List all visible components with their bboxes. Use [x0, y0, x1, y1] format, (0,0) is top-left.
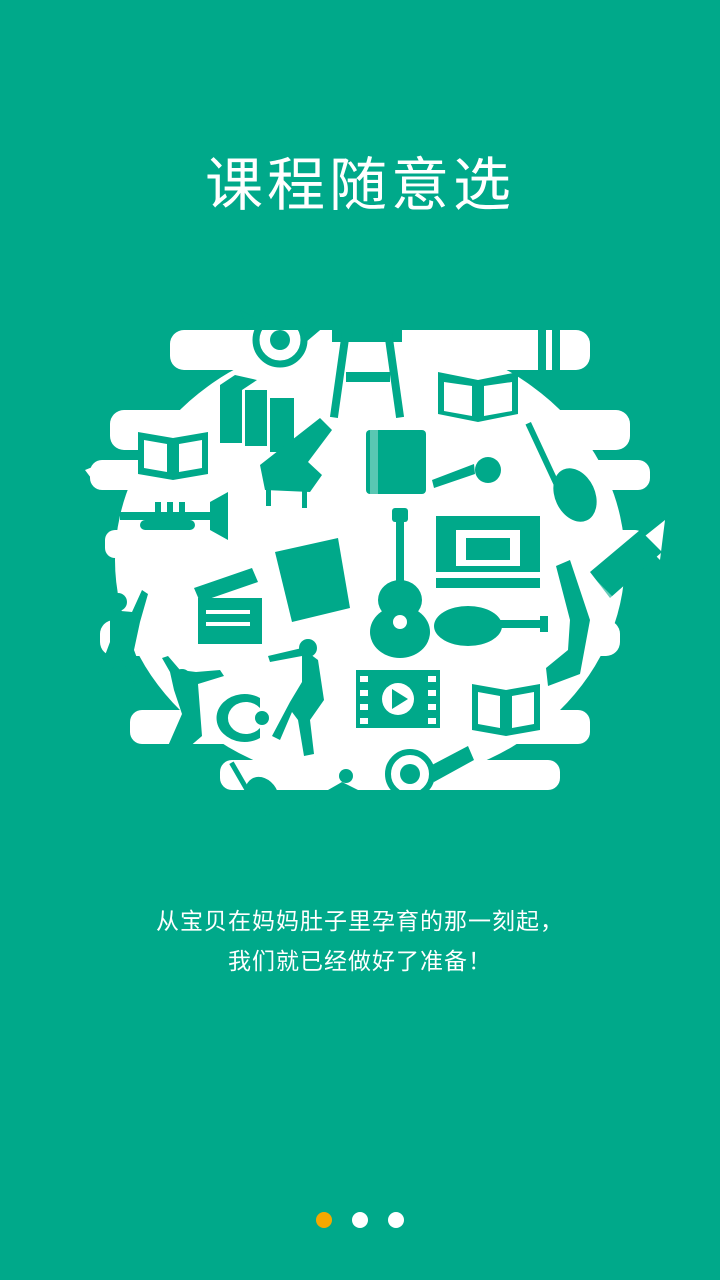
- open-book-icon: [472, 684, 540, 736]
- description: 从宝贝在妈妈肚子里孕育的那一刻起， 我们就已经做好了准备！: [0, 902, 720, 982]
- course-illustration: [70, 290, 670, 830]
- description-line-1: 从宝贝在妈妈肚子里孕育的那一刻起，: [156, 909, 564, 935]
- page-dot-2[interactable]: [352, 1212, 368, 1228]
- page-dot-3[interactable]: [388, 1212, 404, 1228]
- page-indicator[interactable]: [0, 1212, 720, 1228]
- description-line-2: 我们就已经做好了准备！: [228, 949, 492, 975]
- page-title: 课程随意选: [204, 151, 515, 219]
- onboarding-screen[interactable]: 课程随意选 从宝贝在妈妈肚子里孕育的那一刻起， 我们就已经做好了准备！: [0, 0, 720, 1280]
- closed-book-icon: [366, 430, 426, 494]
- page-dot-1[interactable]: [316, 1212, 332, 1228]
- theater-stage-icon: [436, 516, 540, 588]
- open-book-icon: [138, 432, 208, 480]
- film-strip-icon: [356, 670, 440, 728]
